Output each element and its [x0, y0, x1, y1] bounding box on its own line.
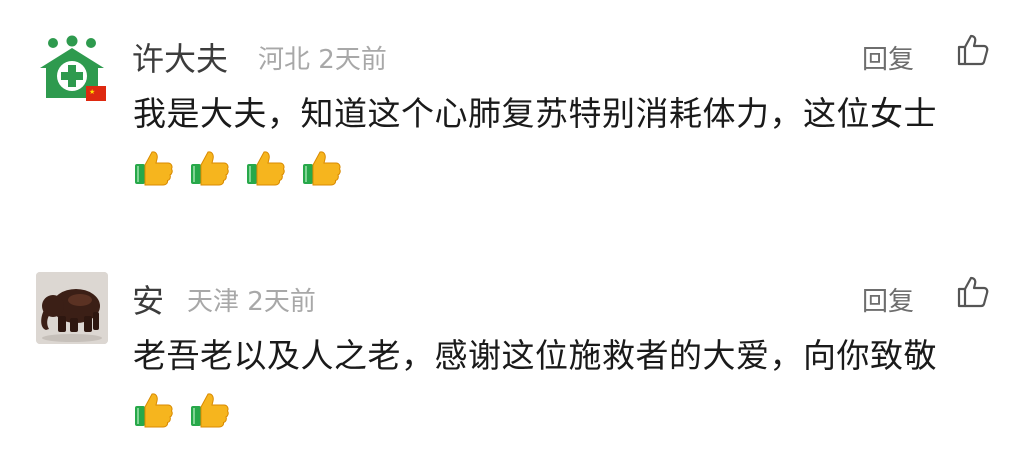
- comment-text: 我是大夫，知道这个心肺复苏特别消耗体力，这位女士: [133, 94, 937, 133]
- like-button[interactable]: [955, 274, 991, 310]
- comment-time: 2天前: [247, 287, 316, 317]
- comment-location: 河北: [258, 45, 311, 75]
- comment-text-block: 我是大夫，知道这个心肺复苏特别消耗体力，这位女士: [133, 86, 993, 204]
- comment-item: ★ 许大夫 河北 2天前 回复 我是大夫，知道这个心肺复苏特别消耗体力，这位女士: [0, 0, 1024, 226]
- thumbs-up-icon: [189, 147, 231, 187]
- comment-location: 天津: [187, 287, 240, 317]
- comment-author-name[interactable]: 许大夫: [132, 34, 228, 80]
- thumbs-up-outline-icon: [957, 276, 989, 308]
- avatar[interactable]: ★: [36, 34, 108, 106]
- comment-time: 2天前: [318, 45, 387, 75]
- thumbs-up-icon: [133, 389, 175, 429]
- comment-text: 老吾老以及人之老，感谢这位施救者的大爱，向你致敬: [133, 336, 937, 375]
- avatar[interactable]: [36, 272, 108, 344]
- elephant-figurine-avatar-icon: [36, 272, 108, 344]
- thumbs-up-icon: [301, 147, 343, 187]
- thumbs-up-icon: [133, 147, 175, 187]
- thumbs-up-outline-icon: [957, 34, 989, 66]
- thumbs-up-icon: [245, 147, 287, 187]
- thumbs-up-icon: [189, 389, 231, 429]
- comment-item: 安 天津 2天前 回复 老吾老以及人之老，感谢这位施救者的大爱，向你致敬: [0, 226, 1024, 453]
- medical-cross-avatar-icon: ★: [40, 35, 106, 101]
- emoji-group: [133, 147, 346, 204]
- comment-meta: 天津 2天前: [187, 281, 316, 318]
- emoji-group: [133, 389, 234, 446]
- comment-text-block: 老吾老以及人之老，感谢这位施救者的大爱，向你致敬: [133, 328, 993, 446]
- comment-author-name[interactable]: 安: [132, 276, 164, 322]
- reply-button[interactable]: 回复: [862, 39, 914, 76]
- comment-meta: 河北 2天前: [258, 39, 387, 76]
- like-button[interactable]: [955, 32, 991, 68]
- reply-button[interactable]: 回复: [862, 281, 914, 318]
- svg-text:★: ★: [89, 88, 95, 96]
